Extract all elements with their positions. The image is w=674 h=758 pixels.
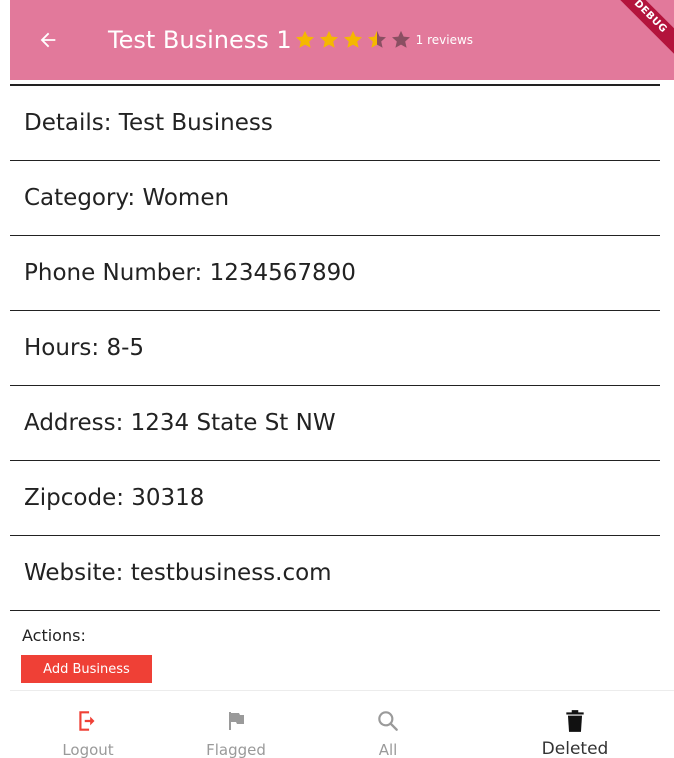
nav-logout[interactable]: Logout	[23, 691, 153, 758]
actions-label: Actions:	[22, 626, 86, 645]
nav-label: All	[378, 741, 398, 758]
app-bar: Test Business 1 1 reviews DEBUG	[10, 0, 674, 80]
detail-text: Details: Test Business	[24, 110, 273, 136]
detail-text: Hours: 8-5	[24, 335, 145, 361]
nav-label: Flagged	[206, 741, 266, 758]
star-rating	[294, 29, 414, 51]
detail-row-website: Website: testbusiness.com	[10, 536, 660, 611]
search-icon	[378, 711, 398, 731]
logout-icon	[79, 711, 95, 731]
detail-row-address: Address: 1234 State St NW	[10, 386, 660, 461]
detail-row-details: Details: Test Business	[10, 86, 660, 161]
detail-text: Category: Women	[24, 185, 230, 211]
trash-icon	[566, 710, 584, 732]
nav-flagged[interactable]: Flagged	[171, 691, 301, 758]
debug-banner: DEBUG	[601, 0, 674, 66]
detail-row-category: Category: Women	[10, 161, 660, 236]
page-title: Test Business 1	[108, 26, 292, 54]
nav-label: Logout	[62, 741, 114, 758]
detail-row-phone: Phone Number: 1234567890	[10, 236, 660, 311]
detail-text: Website: testbusiness.com	[24, 560, 332, 586]
star-filled-icon	[319, 30, 338, 48]
star-half-icon	[367, 30, 386, 48]
nav-all[interactable]: All	[323, 691, 453, 758]
star-empty-icon	[391, 30, 410, 48]
review-count: 1 reviews	[415, 33, 474, 47]
detail-text: Address: 1234 State St NW	[24, 410, 336, 436]
add-business-button[interactable]: Add Business	[21, 655, 152, 683]
detail-row-zipcode: Zipcode: 30318	[10, 461, 660, 536]
detail-text: Phone Number: 1234567890	[24, 260, 356, 286]
details-list: Details: Test Business Category: Women P…	[10, 84, 660, 611]
arrow-left-icon	[40, 32, 56, 48]
bottom-navigation: Logout Flagged All Deleted	[10, 690, 674, 758]
nav-deleted[interactable]: Deleted	[510, 691, 640, 758]
back-button[interactable]	[32, 24, 64, 56]
star-filled-icon	[295, 30, 314, 48]
detail-text: Zipcode: 30318	[24, 485, 205, 511]
flag-icon	[229, 712, 244, 730]
detail-row-hours: Hours: 8-5	[10, 311, 660, 386]
nav-label: Deleted	[541, 739, 609, 758]
star-filled-icon	[343, 30, 362, 48]
title-group: Test Business 1 1 reviews	[108, 22, 473, 58]
